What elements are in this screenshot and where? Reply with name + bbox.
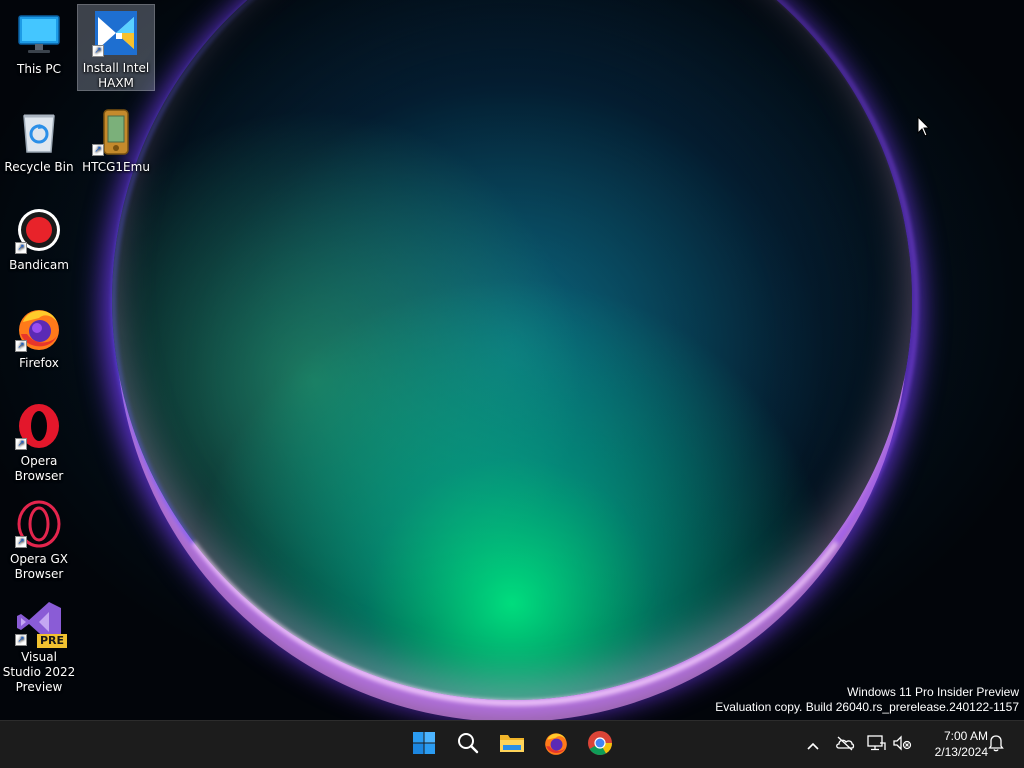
clock-button[interactable]: 7:00 AM 2/13/2024 (918, 728, 988, 760)
windows-logo-icon (412, 731, 436, 759)
preview-badge: PRE (36, 634, 67, 648)
watermark-build: Evaluation copy. Build 26040.rs_prerelea… (715, 700, 1019, 714)
mouse-pointer-icon (917, 115, 931, 138)
show-hidden-icons-button[interactable] (801, 733, 825, 757)
desktop-icon-label: HTCG1Emu (82, 160, 150, 174)
onedrive-offline-icon (835, 735, 855, 755)
folder-icon (499, 731, 525, 759)
chevron-up-icon (806, 736, 820, 755)
firefox-icon (543, 730, 569, 760)
bell-icon (988, 734, 1004, 756)
desktop-icon-label: This PC (17, 62, 61, 76)
desktop-icon-label: Firefox (19, 356, 59, 370)
desktop-icon-label: Visual Studio 2022 Preview (2, 650, 76, 694)
evaluation-watermark: Windows 11 Pro Insider Preview Evaluatio… (715, 685, 1019, 715)
shortcut-arrow-icon: ↗ (15, 340, 27, 352)
desktop-icon-install-intel-haxm[interactable]: ↗ Install Intel HAXM (77, 4, 155, 91)
monitor-icon (15, 10, 63, 58)
shortcut-arrow-icon: ↗ (15, 536, 27, 548)
chrome-icon (587, 730, 613, 760)
shortcut-arrow-icon: ↗ (15, 242, 27, 254)
pda-device-icon: ↗ (92, 108, 140, 156)
desktop-icon-recycle-bin[interactable]: Recycle Bin (1, 104, 77, 174)
volume-muted-icon (892, 735, 912, 755)
opera-icon: ↗ (15, 402, 63, 450)
network-tray-button[interactable] (864, 733, 888, 757)
desktop-icon-opera-browser[interactable]: ↗ Opera Browser (1, 398, 77, 483)
desktop-icon-bandicam[interactable]: ↗ Bandicam (1, 202, 77, 272)
firefox-taskbar-button[interactable] (538, 727, 574, 763)
clock-time: 7:00 AM (943, 729, 988, 743)
haxm-installer-icon: ↗ (92, 9, 140, 57)
desktop-icon-label: Install Intel HAXM (82, 61, 150, 90)
recycle-bin-icon (15, 108, 63, 156)
search-button[interactable] (450, 727, 486, 763)
desktop-icon-htcg1emu[interactable]: ↗ HTCG1Emu (78, 104, 154, 174)
notifications-button[interactable] (984, 733, 1008, 757)
firefox-icon: ↗ (15, 304, 63, 352)
volume-tray-button[interactable] (890, 733, 914, 757)
desktop-icon-label: Opera GX Browser (9, 552, 69, 581)
desktop-icon-label: Bandicam (9, 258, 69, 272)
watermark-edition: Windows 11 Pro Insider Preview (847, 685, 1019, 699)
start-button[interactable] (406, 727, 442, 763)
desktop-icon-label: Recycle Bin (4, 160, 74, 174)
desktop-icon-firefox[interactable]: ↗ Firefox (1, 300, 77, 370)
shortcut-arrow-icon: ↗ (92, 45, 104, 57)
search-icon (456, 731, 480, 759)
desktop-icon-this-pc[interactable]: This PC (1, 6, 77, 76)
shortcut-arrow-icon: ↗ (15, 438, 27, 450)
shortcut-arrow-icon: ↗ (15, 634, 27, 646)
opera-gx-icon: ↗ (15, 500, 63, 548)
wallpaper-bloom-rim (112, 0, 918, 706)
onedrive-tray-button[interactable] (833, 733, 857, 757)
file-explorer-button[interactable] (494, 727, 530, 763)
desktop-icon-opera-gx-browser[interactable]: ↗ Opera GX Browser (1, 496, 77, 581)
chrome-taskbar-button[interactable] (582, 727, 618, 763)
desktop-icon-label: Opera Browser (14, 454, 64, 483)
taskbar: 7:00 AM 2/13/2024 (0, 720, 1024, 768)
bandicam-record-icon: ↗ (15, 206, 63, 254)
network-icon (866, 734, 886, 756)
visual-studio-icon: PRE ↗ (15, 598, 67, 648)
shortcut-arrow-icon: ↗ (92, 144, 104, 156)
desktop-icon-visual-studio-2022-preview[interactable]: PRE ↗ Visual Studio 2022 Preview (1, 594, 77, 694)
clock-date: 2/13/2024 (934, 745, 988, 759)
